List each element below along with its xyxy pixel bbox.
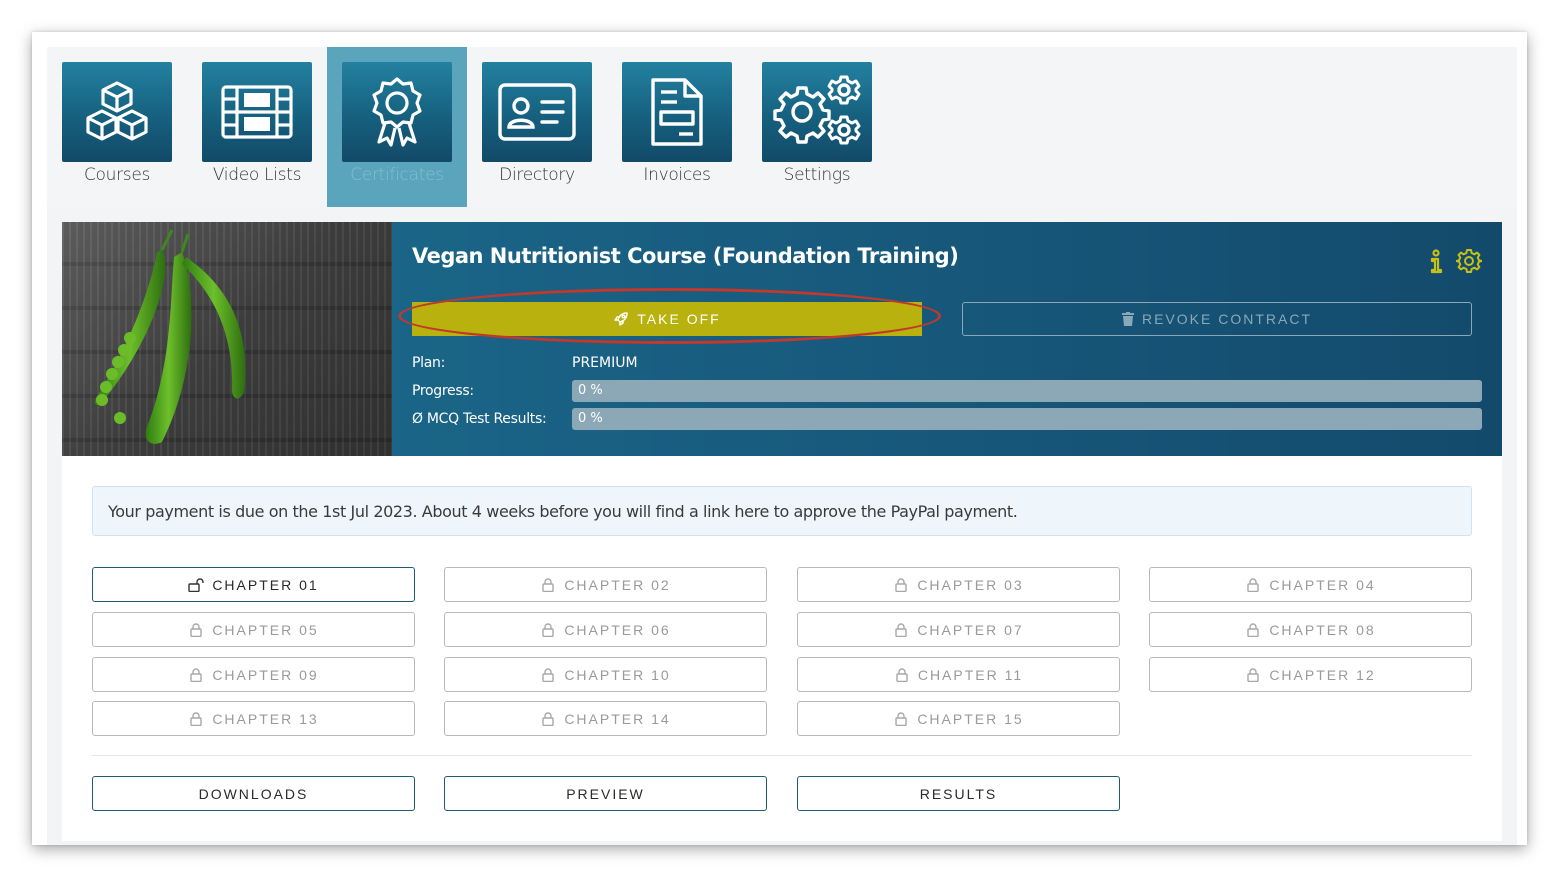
plan-value: PREMIUM xyxy=(572,355,638,371)
chapter-button[interactable]: CHAPTER 10 xyxy=(444,657,767,692)
nav-label-settings: Settings xyxy=(783,165,851,185)
chapter-label: CHAPTER 04 xyxy=(1269,576,1376,593)
chapter-button[interactable]: CHAPTER 04 xyxy=(1149,567,1472,602)
progress-bar: 0 % xyxy=(572,380,1482,402)
chapter-label: CHAPTER 11 xyxy=(917,666,1024,683)
take-off-button[interactable]: TAKE OFF xyxy=(412,302,922,336)
chapter-label: CHAPTER 02 xyxy=(564,576,671,593)
mcq-label: Ø MCQ Test Results: xyxy=(412,411,547,427)
lock-icon xyxy=(542,711,555,726)
chapter-label: CHAPTER 03 xyxy=(917,576,1024,593)
lock-icon xyxy=(190,711,203,726)
film-icon xyxy=(221,85,293,139)
nav-item-certificates[interactable]: Certificates xyxy=(327,47,467,207)
preview-button[interactable]: PREVIEW xyxy=(444,776,767,811)
nav-tile xyxy=(482,62,592,162)
chapter-button[interactable]: CHAPTER 08 xyxy=(1149,612,1472,647)
unlock-icon xyxy=(188,577,205,592)
lock-icon xyxy=(542,577,555,592)
lock-icon xyxy=(1247,622,1260,637)
chapter-button[interactable]: CHAPTER 12 xyxy=(1149,657,1472,692)
nav-tile xyxy=(622,62,732,162)
chapter-button[interactable]: CHAPTER 07 xyxy=(797,612,1120,647)
mcq-results-bar: 0 % xyxy=(572,408,1482,430)
divider xyxy=(92,755,1472,756)
nav-item-settings[interactable]: Settings xyxy=(747,47,887,207)
nav-tile xyxy=(342,62,452,162)
chapter-label: CHAPTER 08 xyxy=(1269,621,1376,638)
nav-label-video-lists: Video Lists xyxy=(212,165,302,185)
lock-icon xyxy=(190,667,203,682)
nav-item-courses[interactable]: Courses xyxy=(47,47,187,207)
chapter-label: CHAPTER 14 xyxy=(564,710,671,727)
lock-icon xyxy=(895,622,908,637)
id-card-icon xyxy=(498,83,576,141)
nav-item-invoices[interactable]: Invoices xyxy=(607,47,747,207)
payment-notice: Your payment is due on the 1st Jul 2023.… xyxy=(92,486,1472,536)
lock-icon xyxy=(896,667,908,682)
document-icon xyxy=(651,78,703,146)
chapter-button[interactable]: CHAPTER 02 xyxy=(444,567,767,602)
rocket-icon xyxy=(614,312,629,326)
progress-text: 0 % xyxy=(578,383,603,398)
mcq-results-text: 0 % xyxy=(578,411,603,426)
nav-tile xyxy=(762,62,872,162)
lock-icon xyxy=(895,577,908,592)
plan-label: Plan: xyxy=(412,355,446,371)
nav-item-video-lists[interactable]: Video Lists xyxy=(187,47,327,207)
lock-icon xyxy=(542,667,555,682)
lock-icon xyxy=(1247,577,1260,592)
chapter-label: CHAPTER 10 xyxy=(564,666,671,683)
chapter-label: CHAPTER 15 xyxy=(917,710,1024,727)
lock-icon xyxy=(1247,667,1260,682)
revoke-contract-label: REVOKE CONTRACT xyxy=(1141,311,1312,327)
course-title: Vegan Nutritionist Course (Foundation Tr… xyxy=(412,244,959,268)
chapter-label: CHAPTER 13 xyxy=(212,710,319,727)
app-window: Courses Video Lists Certificates Directo… xyxy=(32,32,1527,845)
award-icon xyxy=(372,77,422,147)
chapter-button[interactable]: CHAPTER 03 xyxy=(797,567,1120,602)
nav-tile xyxy=(62,62,172,162)
cubes-icon xyxy=(86,81,148,141)
course-image xyxy=(62,222,392,456)
chapter-label: CHAPTER 09 xyxy=(212,666,319,683)
nav-label-courses: Courses xyxy=(83,165,151,185)
chapter-button[interactable]: CHAPTER 01 xyxy=(92,567,415,602)
progress-label: Progress: xyxy=(412,383,474,399)
nav-label-invoices: Invoices xyxy=(643,165,711,185)
course-header: Vegan Nutritionist Course (Foundation Tr… xyxy=(62,222,1502,456)
nav-label-directory: Directory xyxy=(499,165,575,185)
revoke-contract-button[interactable]: REVOKE CONTRACT xyxy=(962,302,1472,336)
trash-icon xyxy=(1121,312,1134,326)
lock-icon xyxy=(542,622,555,637)
peas-illustration xyxy=(94,229,246,444)
chapter-button[interactable]: CHAPTER 13 xyxy=(92,701,415,736)
gears-icon xyxy=(773,75,861,145)
lock-icon xyxy=(190,622,203,637)
chapter-button[interactable]: CHAPTER 05 xyxy=(92,612,415,647)
chapter-label: CHAPTER 05 xyxy=(212,621,319,638)
chapter-label: CHAPTER 07 xyxy=(917,621,1024,638)
chapter-button[interactable]: CHAPTER 15 xyxy=(797,701,1120,736)
chapter-label: CHAPTER 06 xyxy=(564,621,671,638)
chapter-button[interactable]: CHAPTER 06 xyxy=(444,612,767,647)
chapter-button[interactable]: CHAPTER 14 xyxy=(444,701,767,736)
info-icon[interactable] xyxy=(1424,248,1450,274)
nav-label-certificates: Certificates xyxy=(350,165,444,185)
nav-item-directory[interactable]: Directory xyxy=(467,47,607,207)
chapter-label: CHAPTER 01 xyxy=(212,576,319,593)
take-off-label: TAKE OFF xyxy=(637,311,721,327)
lock-icon xyxy=(895,711,908,726)
results-button[interactable]: RESULTS xyxy=(797,776,1120,811)
chapter-button[interactable]: CHAPTER 09 xyxy=(92,657,415,692)
course-card: Vegan Nutritionist Course (Foundation Tr… xyxy=(62,222,1502,841)
chapter-button[interactable]: CHAPTER 11 xyxy=(797,657,1120,692)
nav-tile xyxy=(202,62,312,162)
downloads-button[interactable]: DOWNLOADS xyxy=(92,776,415,811)
chapter-label: CHAPTER 12 xyxy=(1269,666,1376,683)
gear-icon[interactable] xyxy=(1455,248,1483,274)
